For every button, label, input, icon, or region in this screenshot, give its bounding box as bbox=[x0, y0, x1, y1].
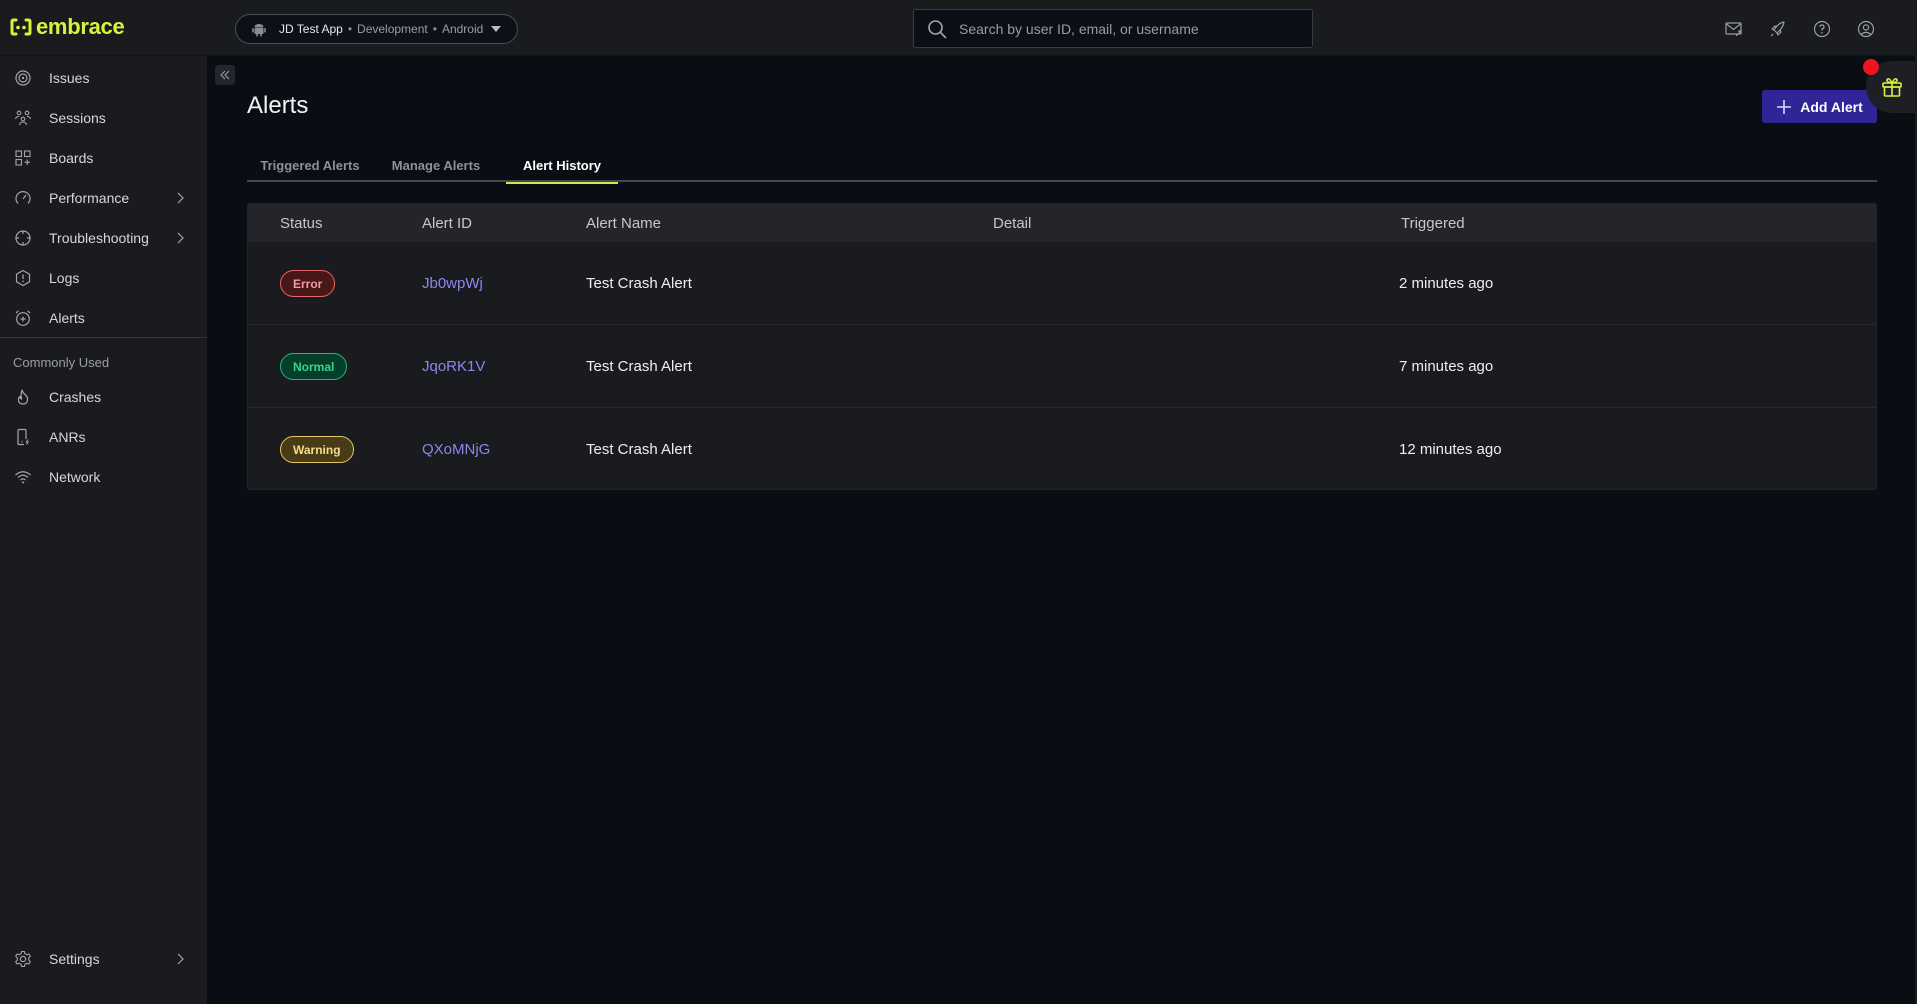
brand-name: embrace bbox=[36, 14, 125, 39]
tab-triggered-alerts[interactable]: Triggered Alerts bbox=[247, 148, 373, 182]
sidebar-item-label: Network bbox=[49, 469, 101, 485]
add-alert-label: Add Alert bbox=[1800, 98, 1863, 115]
table-row[interactable]: Normal JqoRK1V Test Crash Alert 7 minute… bbox=[248, 325, 1876, 408]
sidebar-item-logs[interactable]: Logs bbox=[0, 260, 207, 296]
crosshair-icon bbox=[14, 229, 32, 247]
sidebar-item-label: Logs bbox=[49, 270, 80, 286]
search-box[interactable] bbox=[913, 9, 1313, 48]
sidebar-divider bbox=[0, 337, 207, 338]
gift-icon bbox=[1882, 78, 1902, 97]
sidebar-item-label: Sessions bbox=[49, 110, 106, 126]
alert-id-link[interactable]: QXoMNjG bbox=[422, 408, 490, 491]
environment-label: Development bbox=[357, 22, 428, 36]
column-header-alert-name: Alert Name bbox=[586, 214, 662, 232]
triggered-time: 12 minutes ago bbox=[1399, 441, 1502, 458]
alert-name: Test Crash Alert bbox=[586, 441, 692, 458]
sidebar-item-network[interactable]: Network bbox=[0, 459, 207, 495]
tab-label: Alert History bbox=[522, 157, 602, 173]
top-icon-group bbox=[1722, 17, 1878, 41]
sidebar-item-label: Boards bbox=[49, 150, 94, 166]
tab-alert-history[interactable]: Alert History bbox=[506, 148, 618, 184]
sidebar-item-settings[interactable]: Settings bbox=[0, 941, 207, 977]
boards-icon bbox=[14, 149, 32, 167]
wifi-icon bbox=[14, 468, 32, 486]
alerts-tabs: Triggered Alerts Manage Alerts Alert His… bbox=[247, 148, 1877, 184]
separator: • bbox=[347, 22, 353, 36]
triggered-time: 7 minutes ago bbox=[1399, 358, 1494, 375]
tab-label: Manage Alerts bbox=[391, 157, 481, 173]
app-name: JD Test App bbox=[279, 22, 343, 36]
sidebar-item-anrs[interactable]: ANRs bbox=[0, 419, 207, 455]
notification-dot bbox=[1863, 59, 1879, 75]
help-icon[interactable] bbox=[1810, 17, 1834, 41]
user-account-icon[interactable] bbox=[1854, 17, 1878, 41]
sidebar-item-alerts[interactable]: Alerts bbox=[0, 300, 207, 336]
hexagon-alert-icon bbox=[14, 269, 32, 287]
sidebar-item-label: Issues bbox=[49, 70, 90, 86]
search-input[interactable] bbox=[959, 20, 1299, 37]
gear-icon bbox=[14, 950, 32, 968]
chevron-right-icon bbox=[177, 232, 184, 244]
search-icon bbox=[928, 19, 947, 38]
alert-history-table: Status Alert ID Alert Name Detail Trigge… bbox=[247, 203, 1877, 490]
tab-manage-alerts[interactable]: Manage Alerts bbox=[374, 148, 498, 182]
sidebar-item-label: ANRs bbox=[49, 429, 86, 445]
tab-label: Triggered Alerts bbox=[260, 157, 360, 173]
chevrons-left-icon bbox=[220, 70, 230, 80]
sidebar-item-sessions[interactable]: Sessions bbox=[0, 100, 207, 136]
phone-bolt-icon bbox=[14, 428, 32, 446]
separator: • bbox=[432, 22, 437, 36]
sidebar-item-issues[interactable]: Issues bbox=[0, 60, 207, 96]
flame-icon bbox=[14, 388, 32, 406]
sidebar: Issues Sessions Boards Performance Troub… bbox=[0, 56, 207, 1004]
app-selector-dropdown[interactable]: JD Test App • Development • Android bbox=[235, 14, 518, 44]
top-bar: embrace JD Test App • Development • Andr… bbox=[0, 0, 1917, 56]
sidebar-item-performance[interactable]: Performance bbox=[0, 180, 207, 216]
alarm-icon bbox=[14, 309, 32, 327]
column-header-status: Status bbox=[280, 214, 323, 232]
status-badge: Warning bbox=[280, 436, 354, 463]
table-row[interactable]: Error Jb0wpWj Test Crash Alert 2 minutes… bbox=[248, 242, 1876, 325]
sidebar-item-label: Settings bbox=[49, 951, 100, 967]
column-header-alert-id: Alert ID bbox=[422, 214, 473, 232]
column-header-detail: Detail bbox=[993, 214, 1032, 232]
sidebar-item-crashes[interactable]: Crashes bbox=[0, 379, 207, 415]
sidebar-item-troubleshooting[interactable]: Troubleshooting bbox=[0, 220, 207, 256]
sidebar-item-label: Crashes bbox=[49, 389, 102, 405]
chevron-right-icon bbox=[177, 192, 184, 204]
page-title: Alerts bbox=[247, 92, 309, 119]
status-badge: Normal bbox=[280, 353, 348, 380]
sidebar-item-label: Performance bbox=[49, 190, 130, 206]
add-alert-button[interactable]: Add Alert bbox=[1762, 90, 1877, 123]
brand-logo[interactable]: embrace bbox=[10, 14, 125, 40]
table-header: Status Alert ID Alert Name Detail Trigge… bbox=[248, 204, 1876, 242]
gauge-icon bbox=[14, 189, 32, 207]
chevron-right-icon bbox=[177, 953, 184, 965]
alert-id-link[interactable]: JqoRK1V bbox=[422, 325, 485, 408]
sidebar-item-label: Alerts bbox=[49, 310, 85, 326]
rocket-icon[interactable] bbox=[1766, 17, 1790, 41]
sidebar-item-label: Troubleshooting bbox=[49, 230, 149, 246]
plus-icon bbox=[1777, 99, 1792, 114]
android-icon bbox=[252, 24, 266, 37]
alert-name: Test Crash Alert bbox=[586, 275, 692, 292]
alert-name: Test Crash Alert bbox=[586, 358, 692, 375]
embrace-logo-icon bbox=[10, 18, 32, 36]
users-icon bbox=[14, 109, 32, 127]
table-row[interactable]: Warning QXoMNjG Test Crash Alert 12 minu… bbox=[248, 408, 1876, 491]
platform-label: Android bbox=[441, 22, 484, 36]
radar-icon bbox=[14, 69, 32, 87]
alert-id-link[interactable]: Jb0wpWj bbox=[422, 242, 483, 325]
status-badge: Error bbox=[280, 270, 336, 297]
sidebar-item-boards[interactable]: Boards bbox=[0, 140, 207, 176]
column-header-triggered: Triggered bbox=[1401, 214, 1465, 232]
mail-forward-icon[interactable] bbox=[1722, 17, 1746, 41]
caret-down-icon bbox=[491, 26, 502, 32]
sidebar-section-label: Commonly Used bbox=[13, 355, 110, 370]
triggered-time: 2 minutes ago bbox=[1399, 275, 1494, 292]
collapse-sidebar-button[interactable] bbox=[215, 65, 235, 85]
